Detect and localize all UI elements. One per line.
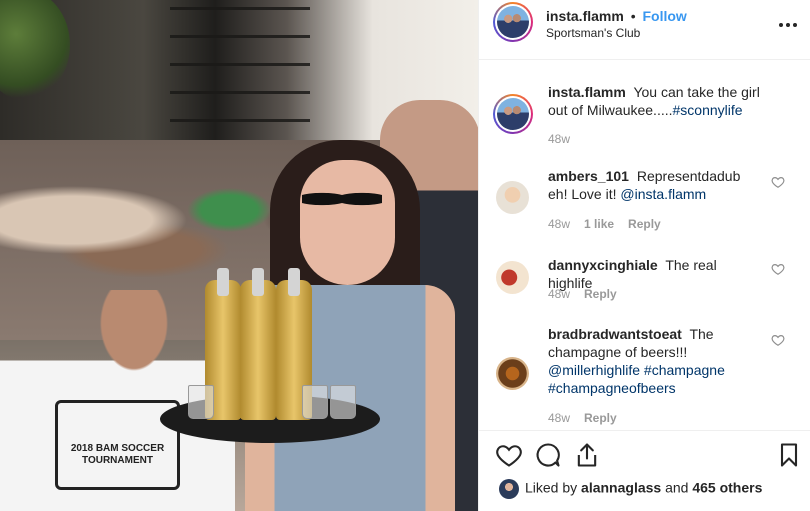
avatar[interactable] [499, 479, 519, 499]
shot-glass [302, 385, 328, 419]
avatar[interactable] [496, 357, 529, 390]
avatar[interactable] [496, 181, 529, 214]
sunglasses [302, 185, 382, 213]
comment-username[interactable]: dannyxcinghiale [548, 257, 658, 273]
comment-meta: 48w Reply [548, 411, 617, 425]
shot-glass [188, 385, 214, 419]
heart-icon[interactable] [771, 175, 785, 189]
comment-meta: 48w 1 like Reply [548, 217, 661, 231]
comment-icon[interactable] [534, 441, 562, 469]
heart-icon[interactable] [771, 262, 785, 276]
reply-button[interactable]: Reply [628, 217, 661, 231]
avatar[interactable] [493, 94, 533, 134]
liked-by-and: and [665, 479, 689, 496]
liked-by-user[interactable]: alannaglass [581, 480, 661, 496]
heart-icon[interactable] [495, 441, 523, 469]
liked-by-prefix: Liked by [525, 479, 578, 496]
comment-time[interactable]: 48w [548, 217, 570, 231]
share-icon[interactable] [573, 441, 601, 469]
comment-meta: 48w Reply [548, 287, 617, 301]
comment-time[interactable]: 48w [548, 411, 570, 425]
liked-by-others[interactable]: 465 others [692, 480, 762, 496]
caption-time[interactable]: 48w [548, 132, 570, 146]
shot-glass [330, 385, 356, 419]
header-user-line: insta.flamm • Follow [546, 8, 687, 24]
comment-likes[interactable]: 1 like [584, 217, 614, 231]
more-icon[interactable] [779, 12, 797, 33]
woman-face [300, 160, 395, 285]
separator-dot: • [630, 8, 636, 24]
avatar[interactable] [493, 2, 533, 42]
shirt-text: 2018 BAM SOCCER TOURNAMENT [70, 443, 165, 466]
avatar[interactable] [496, 261, 529, 294]
header-username[interactable]: insta.flamm [546, 8, 624, 24]
reply-button[interactable]: Reply [584, 287, 617, 301]
location-link[interactable]: Sportsman's Club [546, 26, 640, 40]
bookmark-icon[interactable] [775, 441, 803, 469]
post-header: insta.flamm • Follow Sportsman's Club [479, 0, 810, 60]
follow-button[interactable]: Follow [643, 8, 687, 24]
caption-username[interactable]: insta.flamm [548, 84, 626, 100]
comment-username[interactable]: bradbradwantstoeat [548, 326, 682, 342]
tag-links[interactable]: @millerhighlife #champagne #champagneofb… [548, 362, 725, 396]
comment-time[interactable]: 48w [548, 287, 570, 301]
action-bar: Liked by alannaglass and 465 others [479, 430, 810, 511]
post-photo[interactable]: 2018 BAM SOCCER TOURNAMENT [0, 0, 478, 511]
heart-icon[interactable] [771, 333, 785, 347]
caption-text: insta.flamm You can take the girl out of… [548, 83, 763, 119]
post-panel: insta.flamm • Follow Sportsman's Club in… [478, 0, 810, 511]
comment-username[interactable]: ambers_101 [548, 168, 629, 184]
beer-bottle [240, 268, 276, 420]
mention-link[interactable]: @insta.flamm [620, 186, 706, 202]
liked-by: Liked by alannaglass and 465 others [499, 479, 762, 499]
hashtag-link[interactable]: #sconnylife [673, 102, 743, 118]
comment-text: bradbradwantstoeat The champagne of beer… [548, 325, 763, 397]
fire-escape [170, 0, 310, 150]
reply-button[interactable]: Reply [584, 411, 617, 425]
comment-text: ambers_101 Representdadub eh! Love it! @… [548, 167, 763, 203]
